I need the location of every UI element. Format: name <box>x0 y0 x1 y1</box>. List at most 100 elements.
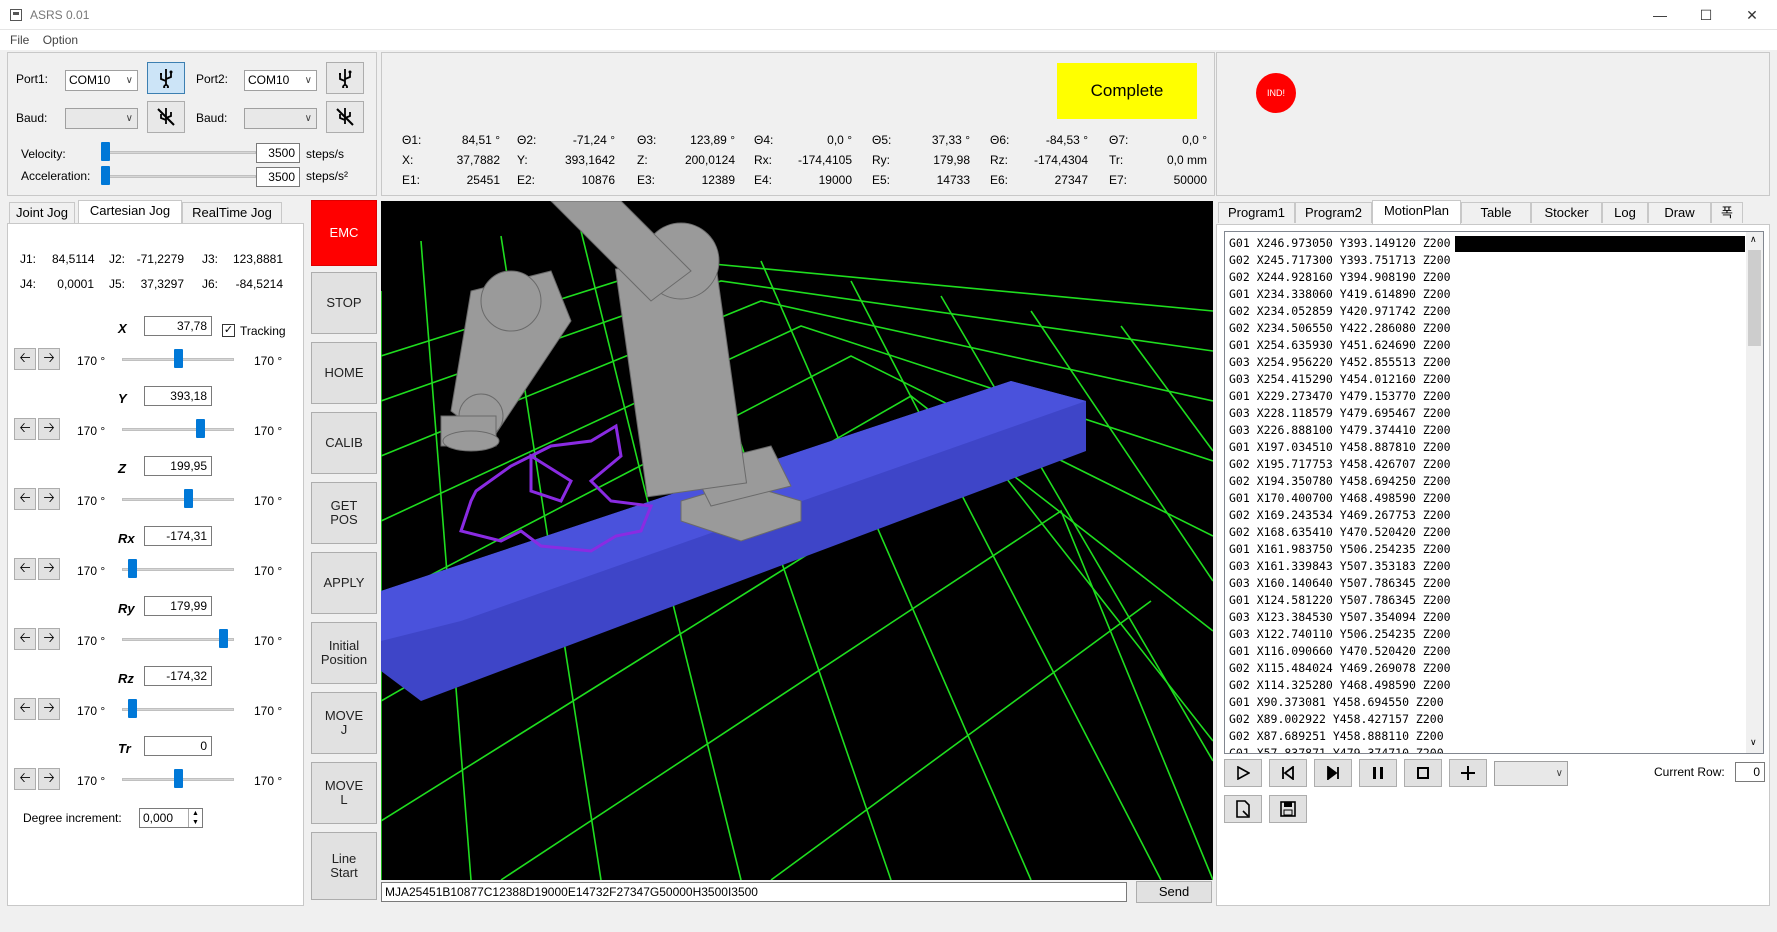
maximize-button[interactable]: ☐ <box>1683 0 1729 30</box>
3d-viewport[interactable] <box>381 201 1213 880</box>
arrow-left-icon[interactable]: 🡠 <box>14 558 36 580</box>
axis-slider[interactable] <box>122 498 234 501</box>
axis-slider-thumb[interactable] <box>184 489 193 508</box>
arrow-left-icon[interactable]: 🡠 <box>14 488 36 510</box>
pause-button[interactable] <box>1359 759 1397 787</box>
port2-select[interactable]: COM10 ∨ <box>244 70 317 91</box>
gcode-line[interactable]: G02 X234.052859 Y420.971742 Z200 <box>1229 303 1451 320</box>
close-button[interactable]: ✕ <box>1729 0 1775 30</box>
tab-program1[interactable]: Program1 <box>1218 202 1295 223</box>
get-pos-button[interactable]: GET POS <box>311 482 377 544</box>
arrow-right-icon[interactable]: 🡢 <box>38 768 60 790</box>
acceleration-input[interactable]: 3500 <box>256 167 300 187</box>
tab-program2[interactable]: Program2 <box>1295 202 1372 223</box>
tab-cartesian-jog[interactable]: Cartesian Jog <box>78 200 182 224</box>
move-j-button[interactable]: MOVE J <box>311 692 377 754</box>
baud1-select[interactable]: ∨ <box>65 108 138 129</box>
axis-slider[interactable] <box>122 428 234 431</box>
gcode-line[interactable]: G02 X234.506550 Y422.286080 Z200 <box>1229 320 1451 337</box>
axis-slider-thumb[interactable] <box>174 349 183 368</box>
acceleration-slider-thumb[interactable] <box>101 166 110 185</box>
stop-button[interactable]: STOP <box>311 272 377 334</box>
velocity-slider-thumb[interactable] <box>101 142 110 161</box>
send-button[interactable]: Send <box>1136 881 1212 903</box>
skip-back-button[interactable] <box>1269 759 1307 787</box>
arrow-right-icon[interactable]: 🡢 <box>38 488 60 510</box>
axis-value-input[interactable]: -174,31 <box>144 526 212 546</box>
scrollbar[interactable]: ∧ ∨ <box>1746 232 1763 753</box>
velocity-slider[interactable] <box>101 151 256 154</box>
add-button[interactable] <box>1449 759 1487 787</box>
arrow-left-icon[interactable]: 🡠 <box>14 348 36 370</box>
arrow-right-icon[interactable]: 🡢 <box>38 558 60 580</box>
gcode-line[interactable]: G01 X124.581220 Y507.786345 Z200 <box>1229 592 1451 609</box>
usb-disconnect-button-2[interactable] <box>326 101 364 133</box>
gcode-line[interactable]: G01 X229.273470 Y479.153770 Z200 <box>1229 388 1451 405</box>
tab-realtime-jog[interactable]: RealTime Jog <box>182 202 282 223</box>
gcode-line[interactable]: G02 X115.484024 Y469.269078 Z200 <box>1229 660 1451 677</box>
play-button[interactable] <box>1224 759 1262 787</box>
gcode-line[interactable]: G03 X161.339843 Y507.353183 Z200 <box>1229 558 1451 575</box>
initial-position-button[interactable]: Initial Position <box>311 622 377 684</box>
arrow-left-icon[interactable]: 🡠 <box>14 768 36 790</box>
gcode-line[interactable]: G02 X89.002922 Y458.427157 Z200 <box>1229 711 1451 728</box>
gcode-line[interactable]: G01 X246.973050 Y393.149120 Z200 <box>1229 235 1451 252</box>
scroll-thumb[interactable] <box>1748 250 1761 346</box>
menu-option[interactable]: Option <box>43 33 78 47</box>
usb-connect-button-2[interactable] <box>326 62 364 94</box>
axis-slider[interactable] <box>122 568 234 571</box>
gcode-line[interactable]: G02 X114.325280 Y468.498590 Z200 <box>1229 677 1451 694</box>
gcode-line[interactable]: G02 X244.928160 Y394.908190 Z200 <box>1229 269 1451 286</box>
save-file-button[interactable] <box>1269 795 1307 823</box>
gcode-line[interactable]: G02 X169.243534 Y469.267753 Z200 <box>1229 507 1451 524</box>
gcode-line[interactable]: G02 X245.717300 Y393.751713 Z200 <box>1229 252 1451 269</box>
arrow-right-icon[interactable]: 🡢 <box>38 698 60 720</box>
spin-down-icon[interactable]: ▼ <box>188 818 202 827</box>
axis-slider-thumb[interactable] <box>128 699 137 718</box>
axis-slider-thumb[interactable] <box>128 559 137 578</box>
usb-disconnect-button-1[interactable] <box>147 101 185 133</box>
gcode-line[interactable]: G02 X195.717753 Y458.426707 Z200 <box>1229 456 1451 473</box>
minimize-button[interactable]: — <box>1637 0 1683 30</box>
move-l-button[interactable]: MOVE L <box>311 762 377 824</box>
gcode-line[interactable]: G01 X234.338060 Y419.614890 Z200 <box>1229 286 1451 303</box>
gcode-line[interactable]: G03 X254.415290 Y454.012160 Z200 <box>1229 371 1451 388</box>
skip-forward-button[interactable] <box>1314 759 1352 787</box>
tab-stocker[interactable]: Stocker <box>1531 202 1602 223</box>
home-button[interactable]: HOME <box>311 342 377 404</box>
axis-slider[interactable] <box>122 638 234 641</box>
axis-value-input[interactable]: 37,78 <box>144 316 212 336</box>
velocity-input[interactable]: 3500 <box>256 143 300 163</box>
gcode-line[interactable]: G01 X254.635930 Y451.624690 Z200 <box>1229 337 1451 354</box>
menu-file[interactable]: File <box>10 33 29 47</box>
tab-폭[interactable]: 폭 <box>1711 202 1743 223</box>
gcode-line[interactable]: G01 X161.983750 Y506.254235 Z200 <box>1229 541 1451 558</box>
tab-log[interactable]: Log <box>1602 202 1648 223</box>
gcode-line[interactable]: G03 X123.384530 Y507.354094 Z200 <box>1229 609 1451 626</box>
arrow-right-icon[interactable]: 🡢 <box>38 348 60 370</box>
gcode-line[interactable]: G02 X194.350780 Y458.694250 Z200 <box>1229 473 1451 490</box>
usb-connect-button-1[interactable] <box>147 62 185 94</box>
gcode-list[interactable]: G01 X246.973050 Y393.149120 Z200 G02 X245… <box>1224 231 1764 754</box>
current-row-input[interactable]: 0 <box>1735 762 1765 782</box>
arrow-left-icon[interactable]: 🡠 <box>14 698 36 720</box>
axis-value-input[interactable]: 199,95 <box>144 456 212 476</box>
gcode-line[interactable]: G01 X116.090660 Y470.520420 Z200 <box>1229 643 1451 660</box>
gcode-line[interactable]: G03 X160.140640 Y507.786345 Z200 <box>1229 575 1451 592</box>
line-start-button[interactable]: Line Start <box>311 832 377 900</box>
calib-button[interactable]: CALIB <box>311 412 377 474</box>
degree-increment-input[interactable]: 0,000 ▲ ▼ <box>139 808 203 828</box>
gcode-line[interactable]: G02 X87.689251 Y458.888110 Z200 <box>1229 728 1451 745</box>
axis-value-input[interactable]: 0 <box>144 736 212 756</box>
gcode-line[interactable]: G03 X254.956220 Y452.855513 Z200 <box>1229 354 1451 371</box>
tab-joint-jog[interactable]: Joint Jog <box>9 202 75 223</box>
arrow-left-icon[interactable]: 🡠 <box>14 628 36 650</box>
tab-draw[interactable]: Draw <box>1648 202 1711 223</box>
tab-motionplan[interactable]: MotionPlan <box>1372 200 1461 224</box>
axis-slider-thumb[interactable] <box>219 629 228 648</box>
gcode-line[interactable]: G01 X90.373081 Y458.694550 Z200 <box>1229 694 1451 711</box>
command-input[interactable]: MJA25451B10877C12388D19000E14732F27347G5… <box>381 882 1127 902</box>
axis-value-input[interactable]: -174,32 <box>144 666 212 686</box>
arrow-right-icon[interactable]: 🡢 <box>38 418 60 440</box>
arrow-left-icon[interactable]: 🡠 <box>14 418 36 440</box>
